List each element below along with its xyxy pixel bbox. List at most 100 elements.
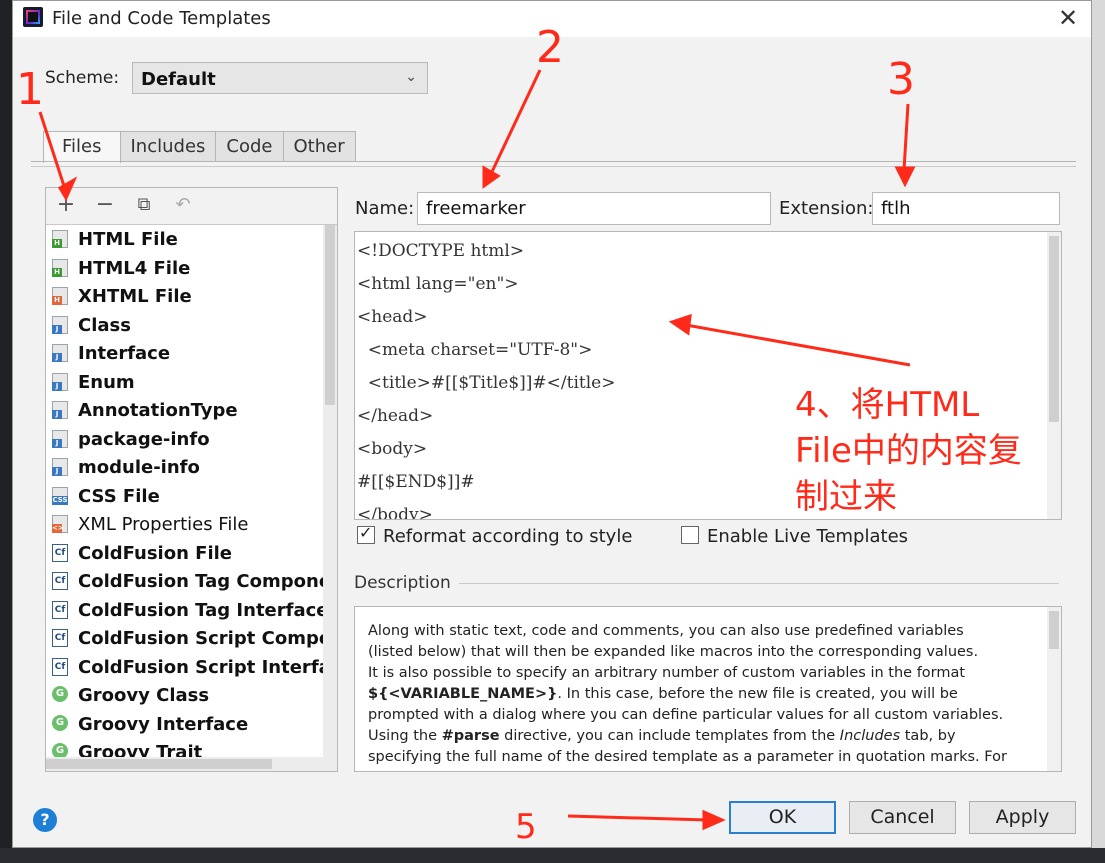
description-label: Description <box>354 573 451 593</box>
description-line: specifying the full name of the desired … <box>368 749 1007 765</box>
code-line: </head> <box>357 406 434 426</box>
ok-button[interactable]: OK <box>729 801 836 834</box>
includes-reference: Includes <box>839 728 901 744</box>
scheme-label: Scheme: <box>45 68 120 88</box>
list-item[interactable]: G Groovy Class <box>46 681 323 710</box>
java-file-icon: J <box>52 372 68 391</box>
list-item-label: CSS File <box>78 485 160 507</box>
description-panel: Along with static text, code and comment… <box>354 606 1062 772</box>
code-line: <html lang="en"> <box>357 274 519 294</box>
coldfusion-icon: Cf <box>52 543 68 562</box>
cancel-button[interactable]: Cancel <box>849 801 956 834</box>
code-line: <title>#[[$Title$]]#</title> <box>357 373 616 393</box>
list-item-label: Enum <box>78 371 135 393</box>
list-item[interactable]: Jpackage-info <box>46 425 323 454</box>
description-line: (listed below) that will then be expande… <box>368 644 979 660</box>
copy-icon[interactable]: ⧉ <box>133 194 155 216</box>
chevron-down-icon: ⌄ <box>405 69 417 85</box>
list-item-label: XHTML File <box>78 286 192 307</box>
scheme-dropdown[interactable]: Default ⌄ <box>132 62 428 94</box>
tab-other[interactable]: Other <box>282 131 356 162</box>
help-icon[interactable]: ? <box>33 808 57 832</box>
tab-files[interactable]: Files <box>43 131 121 163</box>
code-line: <!DOCTYPE html> <box>357 241 525 261</box>
list-item[interactable]: G Groovy Interface <box>46 710 323 739</box>
list-item-label: Interface <box>78 343 171 364</box>
html-file-icon: H <box>52 258 68 277</box>
reformat-label: Reformat according to style <box>383 526 633 547</box>
parse-directive: #parse <box>441 728 500 744</box>
coldfusion-icon: Cf <box>52 572 68 590</box>
java-file-icon: J <box>52 344 68 362</box>
intellij-app-icon <box>23 7 43 27</box>
description-line: Using the #parse directive, you can incl… <box>368 726 1028 747</box>
apply-button[interactable]: Apply <box>969 801 1076 834</box>
list-item[interactable]: J Class <box>46 311 323 340</box>
description-divider <box>459 583 1059 584</box>
list-item[interactable]: Cf ColdFusion File <box>46 539 323 568</box>
list-item[interactable]: <> XML Properties File <box>46 510 323 539</box>
description-line: Along with static text, code and comment… <box>368 623 964 639</box>
name-input[interactable]: freemarker <box>417 192 771 225</box>
list-item-label: AnnotationType <box>78 400 238 421</box>
template-list-vertical-scrollbar[interactable] <box>323 225 337 757</box>
list-item-label: Groovy Interface <box>78 713 249 735</box>
code-line: <meta charset="UTF-8"> <box>357 340 593 360</box>
html-file-icon: H <box>52 230 68 248</box>
code-line: #[[$END$]]# <box>357 472 475 492</box>
description-scrollbar[interactable] <box>1047 607 1061 771</box>
name-label: Name: <box>355 198 415 219</box>
annotation-1: 1 <box>16 64 44 115</box>
template-toolbar: + − ⧉ ↶ <box>46 188 337 225</box>
list-item[interactable]: J AnnotationType <box>46 396 323 425</box>
remove-icon[interactable]: − <box>94 194 116 216</box>
list-item[interactable]: J Enum <box>46 368 323 397</box>
variable-syntax: ${<VARIABLE_NAME>} <box>368 686 558 702</box>
java-file-icon: J <box>52 429 68 448</box>
css-file-icon: CSS <box>52 486 68 505</box>
xml-file-icon: <> <box>52 515 68 533</box>
extension-input[interactable]: ftlh <box>872 192 1060 225</box>
description-fragment: directive, you can include templates fro… <box>499 728 840 744</box>
annotation-note-line: 4、将HTML <box>795 385 980 425</box>
java-file-icon: J <box>52 401 68 419</box>
list-item[interactable]: Cf ColdFusion Tag Interface <box>46 596 329 625</box>
annotation-5: 5 <box>515 807 537 847</box>
list-item[interactable]: Cf ColdFusion Tag Component <box>46 567 337 596</box>
list-item[interactable]: CSS CSS File <box>46 482 323 511</box>
list-item[interactable]: H HTML File <box>46 225 323 254</box>
reformat-checkbox[interactable]: Reformat according to style <box>357 523 633 548</box>
code-line: <body> <box>357 439 428 459</box>
live-templates-label: Enable Live Templates <box>707 526 909 547</box>
dialog-title: File and Code Templates <box>52 8 271 29</box>
java-file-icon: J <box>52 458 68 476</box>
background-taskbar <box>0 848 1105 863</box>
list-item-label: ColdFusion File <box>78 542 233 564</box>
description-fragment: tab, by <box>900 728 956 744</box>
reset-icon[interactable]: ↶ <box>172 194 194 216</box>
xhtml-file-icon: H <box>52 287 68 305</box>
list-item[interactable]: H XHTML File <box>46 282 323 311</box>
template-list: H HTML File H HTML4 File H XHTML File J Class J I… <box>46 225 337 763</box>
template-list-horizontal-scrollbar[interactable] <box>46 757 337 771</box>
list-item[interactable]: J Interface <box>46 339 323 368</box>
add-icon[interactable]: + <box>55 194 77 216</box>
description-line: prompted with a dialog where you can def… <box>368 707 1004 723</box>
list-item[interactable]: Cf ColdFusion Script Interface <box>46 653 337 682</box>
annotation-2: 2 <box>536 22 564 73</box>
list-item[interactable]: Cf ColdFusion Script Componer <box>46 624 337 653</box>
live-templates-checkbox[interactable]: Enable Live Templates <box>681 526 908 548</box>
code-line: </body> <box>357 505 433 520</box>
tab-includes[interactable]: Includes <box>119 131 217 162</box>
list-item[interactable]: Jmodule-info <box>46 453 323 482</box>
tab-code[interactable]: Code <box>215 131 284 162</box>
scheme-value: Default <box>141 69 216 90</box>
list-item[interactable]: H HTML4 File <box>46 254 323 283</box>
list-item-label: package-info <box>78 428 210 450</box>
description-fragment: . In this case, before the new file is c… <box>557 686 958 702</box>
background-window-edge <box>1092 0 1105 848</box>
close-icon[interactable]: ✕ <box>1055 5 1081 31</box>
template-tabs: Files Includes Code Other <box>43 131 356 163</box>
checkbox-unchecked-icon <box>681 526 699 544</box>
groovy-icon: G <box>52 714 68 731</box>
